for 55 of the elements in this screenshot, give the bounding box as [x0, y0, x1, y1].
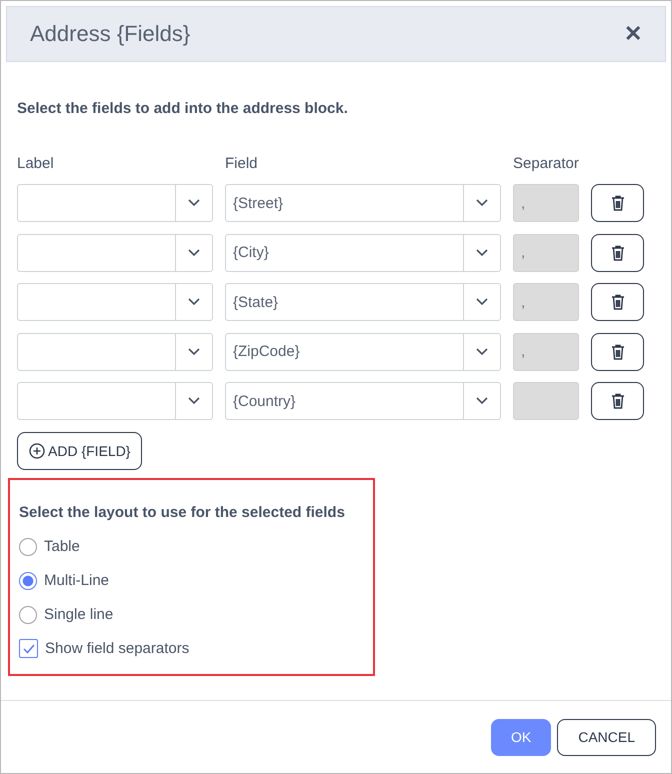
trash-icon	[610, 393, 624, 409]
window-title: Address {Fields}	[30, 21, 190, 47]
plus-circle-icon	[29, 442, 45, 458]
separator-field[interactable]	[513, 382, 579, 420]
radio-button[interactable]	[19, 538, 37, 556]
close-button[interactable]: ✕	[624, 21, 642, 47]
cancel-button[interactable]: CANCEL	[557, 718, 656, 756]
layout-heading: Select the layout to use for the selected fields	[19, 504, 346, 520]
separator-field[interactable]: ,	[513, 234, 579, 272]
chevron-down-icon	[476, 348, 488, 356]
trash-icon	[610, 344, 624, 360]
instruction-text: Select the fields to add into the address block.	[17, 100, 349, 117]
chevron-down-icon	[476, 199, 488, 207]
field-dropdown[interactable]: {State}	[225, 283, 501, 321]
checkmark-icon	[22, 642, 36, 654]
radio-button[interactable]	[19, 572, 37, 590]
delete-button[interactable]	[591, 234, 644, 272]
separator-field[interactable]: ,	[513, 332, 579, 370]
chevron-down-icon	[476, 298, 488, 306]
chevron-down-icon	[188, 199, 200, 207]
chevron-down-icon	[188, 348, 200, 356]
delete-button[interactable]	[591, 283, 644, 321]
field-dropdown[interactable]: {City}	[225, 234, 501, 272]
layout-option[interactable]: Multi-Line	[19, 564, 364, 598]
label-dropdown[interactable]	[17, 234, 213, 272]
checkbox[interactable]	[19, 639, 38, 658]
trash-icon	[610, 244, 624, 260]
column-heading: Field	[225, 155, 259, 172]
chevron-down-icon	[476, 397, 488, 405]
chevron-down-icon	[476, 248, 488, 256]
chevron-down-icon	[188, 248, 200, 256]
column-heading: Separator	[513, 155, 579, 172]
separator-field[interactable]: ,	[513, 283, 579, 321]
delete-button[interactable]	[591, 184, 644, 222]
label-dropdown[interactable]	[17, 332, 213, 370]
field-dropdown[interactable]: {Street}	[225, 184, 501, 222]
layout-option[interactable]: Single line	[19, 598, 364, 632]
separator-field[interactable]: ,	[513, 184, 579, 222]
chevron-down-icon	[188, 397, 200, 405]
delete-button[interactable]	[591, 332, 644, 370]
add-field-button[interactable]: ADD {FIELD}	[17, 432, 142, 470]
trash-icon	[610, 195, 624, 211]
field-dropdown[interactable]: {Country}	[225, 382, 501, 420]
trash-icon	[610, 294, 624, 310]
chevron-down-icon	[188, 298, 200, 306]
delete-button[interactable]	[591, 382, 644, 420]
layout-option[interactable]: Table	[19, 530, 364, 564]
ok-button[interactable]: OK	[490, 718, 552, 756]
separators-option[interactable]: Show field separators	[19, 632, 364, 666]
label-dropdown[interactable]	[17, 184, 213, 222]
radio-button[interactable]	[19, 606, 37, 624]
column-heading: Label	[17, 155, 55, 172]
label-dropdown[interactable]	[17, 283, 213, 321]
field-dropdown[interactable]: {ZipCode}	[225, 332, 501, 370]
label-dropdown[interactable]	[17, 382, 213, 420]
